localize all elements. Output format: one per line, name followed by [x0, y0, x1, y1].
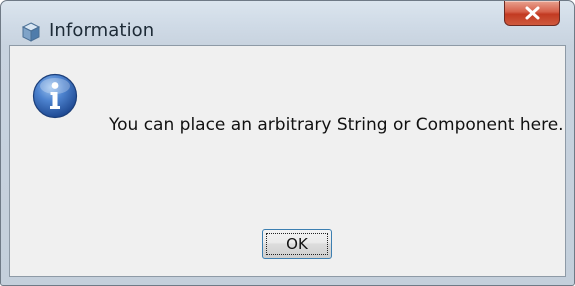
java-cube-icon	[21, 22, 41, 42]
dialog-message: You can place an arbitrary String or Com…	[109, 115, 564, 135]
close-x-icon	[525, 6, 540, 20]
close-button[interactable]	[504, 1, 560, 26]
information-icon	[32, 73, 78, 119]
ok-button[interactable]: OK	[262, 229, 332, 259]
window-title: Information	[49, 20, 155, 41]
title-bar[interactable]: Information	[1, 1, 574, 45]
dialog-window: Information You can place an arbitrary S…	[0, 0, 575, 286]
dialog-content: You can place an arbitrary String or Com…	[9, 45, 566, 277]
ok-button-label: OK	[266, 233, 328, 255]
